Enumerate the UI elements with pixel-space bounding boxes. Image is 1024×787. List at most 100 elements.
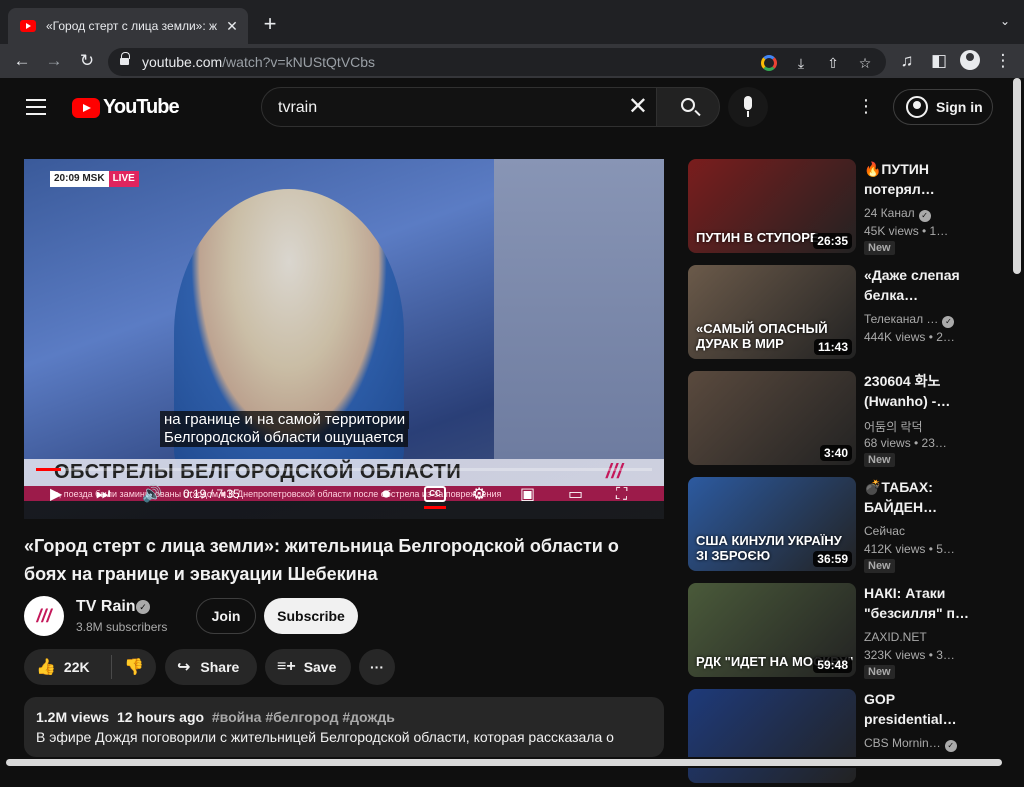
video-captions: на границе и на самой территории Белгоро… [160, 411, 410, 447]
captions-cc-icon[interactable]: CC [424, 486, 446, 502]
recommended-views: 323K views • 3… [864, 648, 955, 662]
description-meta: 1.2M views 12 hours ago #война #белгород… [36, 709, 395, 725]
join-button[interactable]: Join [196, 598, 256, 634]
recommended-channel[interactable]: ZAXID.NET [864, 630, 927, 644]
play-icon[interactable]: ▶ [50, 485, 62, 505]
search-icon [681, 98, 695, 112]
forward-button[interactable]: → [43, 50, 65, 72]
like-dislike-group: 👍 22K 👎 [24, 649, 156, 685]
recommended-video[interactable]: РДК "ИДЕТ НА МОСКВУ" 59:48 НАКІ: Атаки "бе… [688, 583, 1008, 681]
add-to-playlist-icon: ≡+ [277, 658, 296, 675]
video-duration: 11:43 [813, 339, 852, 355]
browser-tab[interactable]: «Город стерт с лица земли»: ж ✕ [8, 8, 248, 44]
voice-search-mic-icon[interactable] [728, 87, 768, 127]
save-button[interactable]: ≡+ Save [265, 649, 351, 685]
profile-avatar-icon[interactable] [960, 50, 980, 70]
menu-hamburger-icon[interactable] [26, 99, 46, 115]
recommended-channel[interactable]: Телеканал … ✓ [864, 312, 955, 328]
progress-bar[interactable] [36, 468, 652, 471]
subscriber-count: 3.8M subscribers [76, 620, 168, 634]
time-display: 0:19 / 7:35 [183, 487, 240, 501]
channel-avatar[interactable]: /// [24, 596, 64, 636]
recommended-views: 444K views • 2… [864, 330, 955, 344]
more-horizontal-icon: ··· [370, 659, 384, 675]
media-controls-icon[interactable]: ♫ [896, 50, 918, 72]
recommended-video[interactable]: ПУТИН В СТУПОРЕ 26:35 🔥ПУТИН потерял… 24 Ка… [688, 159, 1008, 257]
recommended-channel[interactable]: Сейчас [864, 524, 905, 538]
recommended-channel[interactable]: CBS Mornin… ✓ [864, 736, 957, 752]
captions-active-indicator [424, 506, 446, 509]
video-title: «Город стерт с лица земли»: жительница Б… [24, 536, 619, 584]
ticker-headline: ОБСТРЕЛЫ БЕЛГОРОДСКОЙ ОБЛАСТИ [54, 461, 462, 483]
miniplayer-icon[interactable]: ▣ [520, 485, 535, 505]
recommended-thumbnail[interactable]: США КИНУЛИ УКРАЇНУ ЗІ ЗБРОЄЮ 36:59 [688, 477, 856, 571]
like-button[interactable]: 👍 22K [24, 655, 112, 679]
youtube-logo[interactable]: YouTube [72, 96, 180, 119]
install-app-icon[interactable]: ⤓ [792, 54, 810, 72]
recommended-title[interactable]: 230604 화노 (Hwanho) -… [864, 371, 984, 411]
recommended-title[interactable]: НАКІ: Атаки "безсилля" п… [864, 583, 984, 623]
fullscreen-icon[interactable]: ⛶ [616, 485, 627, 505]
recommended-title[interactable]: «Даже слепая белка… [864, 265, 984, 305]
recommended-thumbnail[interactable]: 3:40 [688, 371, 856, 465]
account-circle-icon [906, 96, 928, 118]
recommended-video[interactable]: «САМЫЙ ОПАСНЫЙ ДУРАК В МИР 11:43 «Даже сле… [688, 265, 1008, 363]
tab-search-icon[interactable]: ⌄ [1000, 14, 1010, 28]
settings-gear-icon[interactable]: ⚙ [472, 485, 486, 505]
address-bar[interactable]: youtube.com/watch?v=kNUStQtVCbs ⤓ ⇧ ☆ [108, 48, 886, 76]
recommended-video[interactable]: США КИНУЛИ УКРАЇНУ ЗІ ЗБРОЄЮ 36:59 💣ТАБАХ:… [688, 477, 1008, 575]
sign-in-button[interactable]: Sign in [893, 89, 993, 125]
recommended-video[interactable]: 3:40 230604 화노 (Hwanho) -… 어둠의 락덕 68 views … [688, 371, 1008, 469]
hashtags[interactable]: #война #белгород #дождь [212, 709, 395, 725]
share-page-icon[interactable]: ⇧ [824, 54, 842, 72]
vertical-scrollbar[interactable] [1010, 78, 1024, 768]
video-duration: 3:40 [819, 445, 852, 461]
back-button[interactable]: ← [11, 50, 33, 72]
share-button[interactable]: ↪ Share [165, 649, 257, 685]
theater-mode-icon[interactable]: ▭ [568, 485, 583, 505]
settings-kebab-icon[interactable]: ⋮ [856, 96, 876, 116]
new-badge: New [864, 241, 895, 255]
new-tab-button[interactable]: + [258, 10, 282, 38]
verified-check-icon: ✓ [944, 740, 957, 752]
recommended-views: 412K views • 5… [864, 542, 955, 556]
verified-check-icon: ✓ [136, 600, 150, 614]
video-duration: 59:48 [813, 657, 852, 673]
recommended-thumbnail[interactable] [688, 689, 856, 783]
channel-name[interactable]: TV Rain [76, 598, 136, 616]
clear-search-icon[interactable]: ✕ [628, 94, 648, 120]
browser-menu-icon[interactable]: ⋮ [992, 50, 1014, 72]
search-query-text: tvrain [278, 99, 318, 116]
dislike-button[interactable]: 👎 [112, 657, 156, 677]
side-panel-icon[interactable]: ◧ [928, 50, 950, 72]
recommended-title[interactable]: 💣ТАБАХ: БАЙДЕН… [864, 477, 984, 517]
reload-button[interactable]: ↻ [76, 50, 98, 72]
recommended-thumbnail[interactable]: ПУТИН В СТУПОРЕ 26:35 [688, 159, 856, 253]
tab-close-icon[interactable]: ✕ [224, 18, 240, 35]
autoplay-toggle-icon[interactable]: ⏺ [382, 485, 390, 505]
subscribe-button[interactable]: Subscribe [264, 598, 358, 634]
recommended-thumbnail[interactable]: РДК "ИДЕТ НА МОСКВУ" 59:48 [688, 583, 856, 677]
next-video-icon[interactable]: ⏭ [96, 485, 110, 505]
description-box[interactable]: 1.2M views 12 hours ago #война #белгород… [24, 697, 664, 757]
recommended-title[interactable]: 🔥ПУТИН потерял… [864, 159, 984, 199]
verified-check-icon: ✓ [942, 316, 955, 328]
vertical-scroll-thumb[interactable] [1013, 78, 1021, 274]
horizontal-scroll-thumb[interactable] [6, 759, 1002, 766]
recommended-title[interactable]: GOP presidential… [864, 689, 984, 729]
more-actions-button[interactable]: ··· [359, 649, 395, 685]
video-player[interactable]: 20:09 MSK LIVE на границе и на самой тер… [24, 159, 664, 519]
search-input[interactable]: tvrain ✕ [261, 87, 657, 127]
horizontal-scrollbar[interactable] [0, 757, 1010, 768]
recommended-channel[interactable]: 24 Канал ✓ [864, 206, 931, 222]
recommended-channel[interactable]: 어둠의 락덕 [864, 418, 923, 435]
google-lens-icon[interactable] [760, 54, 778, 72]
lock-icon[interactable] [120, 52, 130, 67]
youtube-favicon-icon [20, 20, 36, 32]
volume-icon[interactable]: 🔊 [142, 485, 162, 505]
thumbs-down-icon: 👎 [124, 659, 144, 676]
search-button[interactable] [656, 87, 720, 127]
recommended-video[interactable]: GOP presidential… CBS Mornin… ✓ [688, 689, 1008, 787]
bookmark-star-icon[interactable]: ☆ [856, 54, 874, 72]
recommended-thumbnail[interactable]: «САМЫЙ ОПАСНЫЙ ДУРАК В МИР 11:43 [688, 265, 856, 359]
